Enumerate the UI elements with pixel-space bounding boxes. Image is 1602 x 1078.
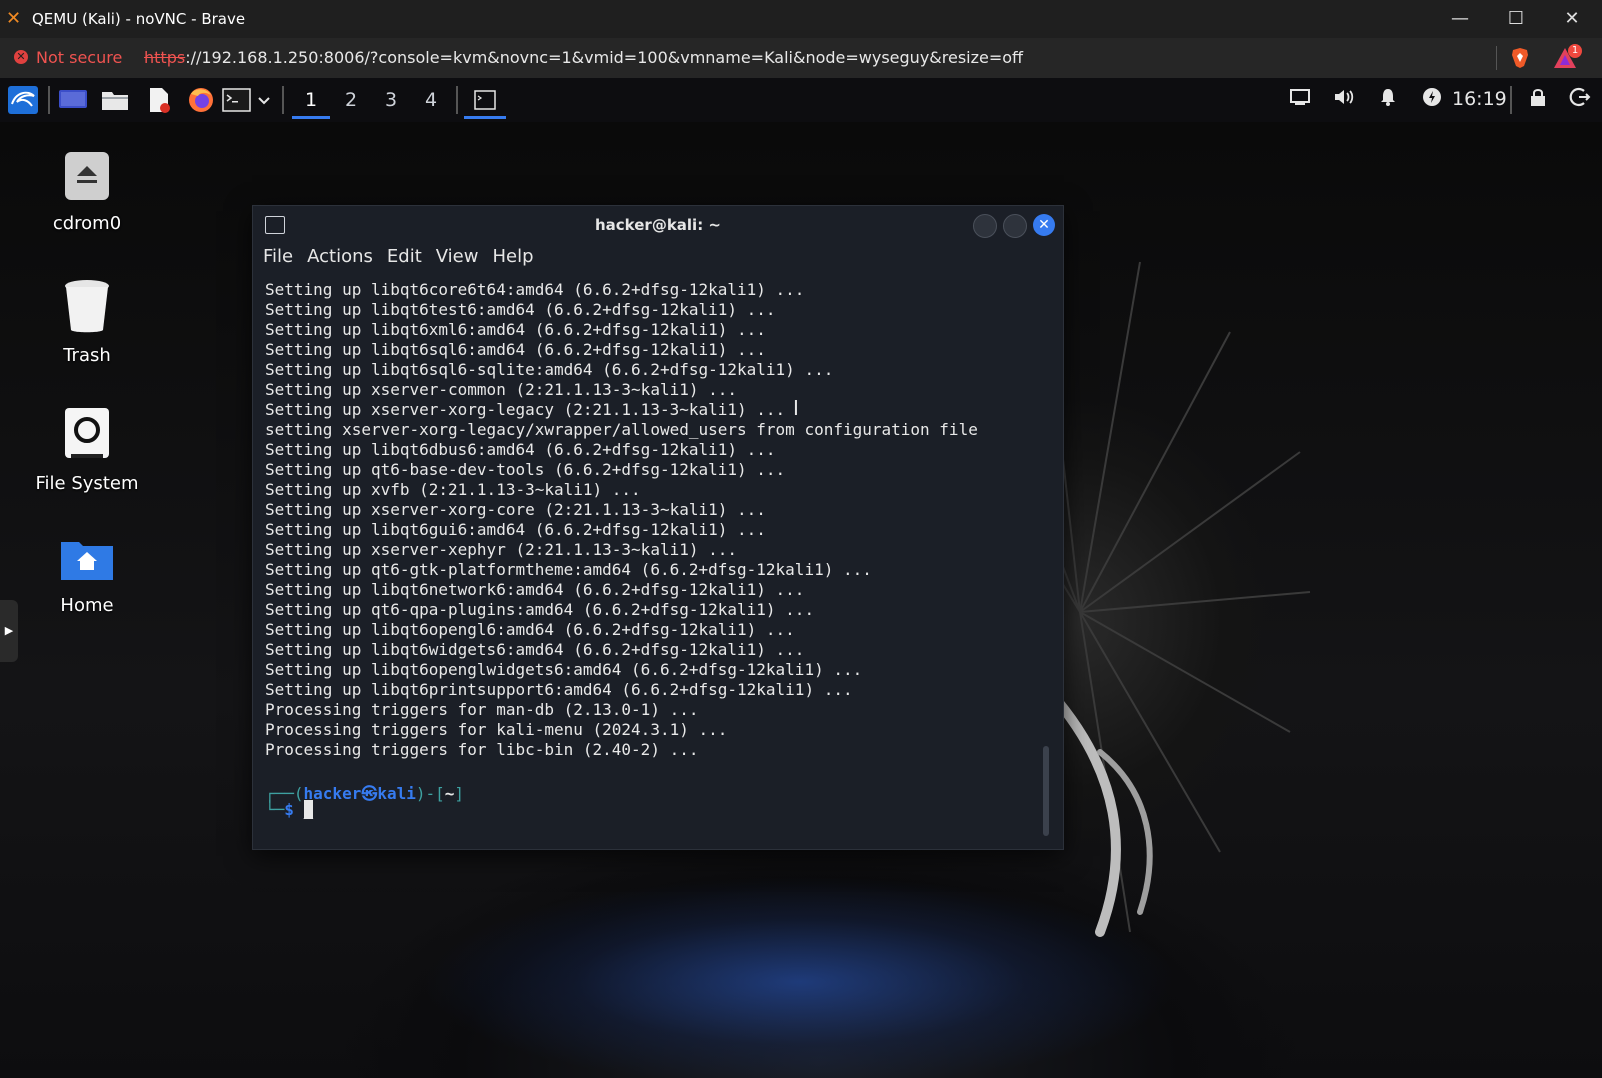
terminal-line: Processing triggers for man-db (2.13.0-1… <box>265 700 699 719</box>
terminal-line: Setting up libqt6gui6:amd64 (6.6.2+dfsg-… <box>265 520 766 539</box>
terminal-line: Setting up libqt6dbus6:amd64 (6.6.2+dfsg… <box>265 440 776 459</box>
home-folder-icon <box>61 542 113 580</box>
volume-icon[interactable] <box>1330 86 1358 114</box>
power-manager-icon[interactable] <box>1418 86 1446 114</box>
desktop-icon-label: Trash <box>63 345 111 366</box>
desktop-icon-label: Home <box>60 595 114 616</box>
workspace-2[interactable]: 2 <box>332 84 370 116</box>
not-secure-label[interactable]: Not secure <box>36 48 122 67</box>
desktop-icon-label: File System <box>35 473 139 494</box>
prompt-host: kali <box>377 784 416 803</box>
prompt-symbol: $ <box>284 800 294 819</box>
terminal-line: Setting up libqt6openglwidgets6:amd64 (6… <box>265 660 863 679</box>
menu-actions[interactable]: Actions <box>307 246 373 267</box>
terminal-line: Setting up xserver-xorg-legacy (2:21.1.1… <box>265 400 786 419</box>
lock-screen-icon[interactable] <box>1524 86 1552 114</box>
taskbar-terminal-window[interactable] <box>464 84 506 119</box>
text-cursor: _ <box>303 800 314 819</box>
firefox-icon[interactable] <box>186 86 214 114</box>
drive-icon <box>65 408 109 458</box>
terminal-output[interactable]: Setting up libqt6core6t64:amd64 (6.6.2+d… <box>265 280 1035 760</box>
terminal-line: Setting up qt6-gtk-platformtheme:amd64 (… <box>265 560 872 579</box>
browser-title-bar: ✕ QEMU (Kali) - noVNC - Brave — ☐ ✕ <box>0 0 1602 38</box>
terminal-title-bar[interactable]: hacker@kali: ~ ✕ <box>253 206 1063 244</box>
text-editor-icon[interactable] <box>144 86 172 114</box>
maximize-button[interactable]: ☐ <box>1496 6 1536 32</box>
side-panel-toggle[interactable]: ▶ <box>0 600 18 662</box>
workspace-1[interactable]: 1 <box>292 84 330 119</box>
minimize-terminal-button[interactable] <box>973 214 997 238</box>
notifications-icon[interactable] <box>1374 86 1402 114</box>
terminal-line: Setting up libqt6sql6:amd64 (6.6.2+dfsg-… <box>265 340 766 359</box>
terminal-line: Processing triggers for libc-bin (2.40-2… <box>265 740 699 759</box>
workspace-4[interactable]: 4 <box>412 84 450 116</box>
desktop-icon-home[interactable]: Home <box>32 536 142 616</box>
terminal-line: Setting up libqt6test6:amd64 (6.6.2+dfsg… <box>265 300 776 319</box>
menu-file[interactable]: File <box>263 246 293 267</box>
window-title: QEMU (Kali) - noVNC - Brave <box>32 10 246 28</box>
terminal-line: Processing triggers for kali-menu (2024.… <box>265 720 728 739</box>
terminal-line: Setting up libqt6core6t64:amd64 (6.6.2+d… <box>265 280 805 299</box>
address-bar: ✕ Not secure https://192.168.1.250:8006/… <box>0 38 1602 78</box>
terminal-line: Setting up libqt6xml6:amd64 (6.6.2+dfsg-… <box>265 320 766 339</box>
terminal-title: hacker@kali: ~ <box>594 216 721 234</box>
terminal-line: Setting up xserver-xorg-core (2:21.1.13-… <box>265 500 766 519</box>
show-desktop-icon[interactable] <box>58 86 87 114</box>
menu-edit[interactable]: Edit <box>387 246 422 267</box>
panel-separator <box>282 86 284 114</box>
panel-separator <box>456 86 458 114</box>
terminal-line: Setting up xvfb (2:21.1.13-3~kali1) ... <box>265 480 641 499</box>
minimize-button[interactable]: — <box>1440 6 1480 32</box>
close-window-button[interactable]: ✕ <box>1552 6 1592 32</box>
terminal-line: Setting up qt6-qpa-plugins:amd64 (6.6.2+… <box>265 600 815 619</box>
desktop-icon-label: cdrom0 <box>52 213 122 234</box>
terminal-line: Setting up libqt6printsupport6:amd64 (6.… <box>265 680 853 699</box>
drive-eject-icon <box>65 152 109 200</box>
workspace-3[interactable]: 3 <box>372 84 410 116</box>
prompt-dir: ~ <box>444 784 455 803</box>
rewards-badge: 1 <box>1568 44 1582 58</box>
ibeam-cursor-icon: I <box>793 396 799 420</box>
url-rest: ://192.168.1.250:8006/?console=kvm&novnc… <box>185 48 1024 67</box>
maximize-terminal-button[interactable] <box>1003 214 1027 238</box>
brave-rewards-icon[interactable]: 1 <box>1552 44 1582 70</box>
menu-view[interactable]: View <box>436 246 479 267</box>
panel-clock[interactable]: 16:19 <box>1452 88 1507 110</box>
display-icon[interactable] <box>1286 86 1314 114</box>
prompt-input-line[interactable]: └─$ _ <box>265 800 314 819</box>
file-manager-icon[interactable] <box>100 86 128 114</box>
proxmox-logo-icon: ✕ <box>6 8 22 29</box>
desktop-icon-filesystem[interactable]: File System <box>32 406 142 494</box>
close-terminal-button[interactable]: ✕ <box>1033 214 1055 236</box>
terminal-line: Setting up xserver-common (2:21.1.13-3~k… <box>265 380 738 399</box>
brave-shields-icon[interactable] <box>1510 47 1530 69</box>
terminal-line: Setting up qt6-base-dev-tools (6.6.2+dfs… <box>265 460 786 479</box>
terminal-line: Setting up libqt6sql6-sqlite:amd64 (6.6.… <box>265 360 834 379</box>
menu-help[interactable]: Help <box>492 246 533 267</box>
terminal-line: Setting up libqt6network6:amd64 (6.6.2+d… <box>265 580 805 599</box>
url-field[interactable]: https://192.168.1.250:8006/?console=kvm&… <box>144 48 1023 67</box>
logout-icon[interactable] <box>1566 86 1594 114</box>
terminal-line: Setting up xserver-xephyr (2:21.1.13-3~k… <box>265 540 738 559</box>
panel-separator <box>1510 86 1512 114</box>
address-separator <box>1496 46 1497 70</box>
kali-panel: 1 2 3 4 16:19 <box>0 78 1602 122</box>
terminal-scrollbar[interactable] <box>1043 746 1049 836</box>
terminal-menu-bar: File Actions Edit View Help <box>263 246 548 276</box>
not-secure-icon[interactable]: ✕ <box>14 50 28 64</box>
panel-separator <box>48 86 50 114</box>
kali-menu-icon[interactable] <box>8 86 38 114</box>
desktop-icon-cdrom0[interactable]: cdrom0 <box>32 150 142 234</box>
chevron-down-icon[interactable] <box>256 86 272 114</box>
url-scheme: https <box>144 48 186 67</box>
terminal-line: setting xserver-xorg-legacy/xwrapper/all… <box>265 420 978 439</box>
terminal-window[interactable]: hacker@kali: ~ ✕ File Actions Edit View Help… <box>252 205 1064 850</box>
terminal-line: Setting up libqt6widgets6:amd64 (6.6.2+d… <box>265 640 805 659</box>
terminal-line: Setting up libqt6opengl6:amd64 (6.6.2+df… <box>265 620 795 639</box>
prompt-sep: ㉿ <box>361 784 378 803</box>
terminal-launcher-icon[interactable] <box>222 86 251 114</box>
desktop-icon-trash[interactable]: Trash <box>32 278 142 366</box>
trash-icon <box>65 280 109 333</box>
